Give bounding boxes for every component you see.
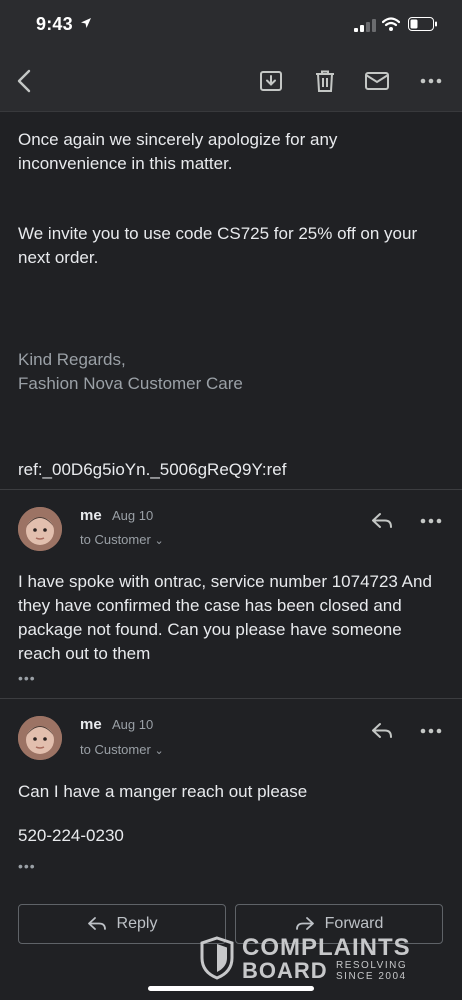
complaintsboard-watermark: COMPLAINTS BOARD RESOLVING SINCE 2004 bbox=[200, 934, 414, 984]
avatar-photo-icon bbox=[18, 507, 62, 551]
apology-text: Once again we sincerely apologize for an… bbox=[18, 130, 338, 173]
avatar[interactable] bbox=[18, 716, 62, 760]
show-trimmed-content[interactable]: ••• bbox=[18, 858, 36, 874]
avatar[interactable] bbox=[18, 507, 62, 551]
watermark-line2: BOARD bbox=[242, 958, 328, 983]
watermark-tag1: RESOLVING bbox=[336, 960, 408, 971]
message-body: I have spoke with ontrac, service number… bbox=[18, 572, 432, 663]
signature-text: Fashion Nova Customer Care bbox=[18, 374, 243, 393]
more-horizontal-icon[interactable] bbox=[418, 511, 444, 531]
message-date: Aug 10 bbox=[112, 717, 154, 732]
reply-icon bbox=[87, 917, 106, 930]
offer-text: We invite you to use code CS725 for 25% … bbox=[18, 224, 418, 267]
signal-icon bbox=[354, 19, 376, 32]
show-trimmed-content[interactable]: ••• bbox=[18, 670, 36, 686]
recipients-toggle[interactable]: to Customer ⌄ bbox=[80, 742, 164, 757]
home-indicator[interactable] bbox=[148, 986, 314, 991]
recipients-label: to Customer bbox=[80, 742, 151, 757]
message-divider bbox=[0, 489, 462, 490]
status-time: 9:43 bbox=[36, 14, 73, 34]
message-divider bbox=[0, 698, 462, 699]
chevron-down-icon: ⌄ bbox=[154, 745, 164, 757]
battery-icon bbox=[408, 17, 437, 31]
recipients-label: to Customer bbox=[80, 532, 151, 547]
avatar-photo-icon bbox=[18, 716, 62, 760]
sender-name: me bbox=[80, 716, 102, 733]
ref-text: ref:_00D6g5ioYn._5006gReQ9Y:ref bbox=[18, 460, 287, 479]
status-bar: 9:43 bbox=[0, 0, 462, 50]
more-horizontal-icon[interactable] bbox=[418, 721, 444, 741]
reply-icon[interactable] bbox=[370, 511, 394, 531]
reply-label: Reply bbox=[116, 915, 158, 932]
message-date: Aug 10 bbox=[112, 508, 154, 523]
more-horizontal-icon[interactable] bbox=[418, 68, 444, 94]
location-arrow-icon bbox=[81, 18, 91, 28]
phone-number[interactable]: 520-224-0230 bbox=[18, 824, 448, 848]
chevron-down-icon: ⌄ bbox=[154, 535, 164, 547]
regards-text: Kind Regards, bbox=[18, 350, 126, 369]
recipients-toggle[interactable]: to Customer ⌄ bbox=[80, 532, 164, 547]
reply-button[interactable]: Reply bbox=[18, 904, 226, 944]
shield-logo-icon bbox=[200, 936, 234, 980]
message-body: Can I have a manger reach out please bbox=[18, 782, 308, 801]
reply-icon[interactable] bbox=[370, 721, 394, 741]
sender-name: me bbox=[80, 507, 102, 524]
watermark-tag2: SINCE 2004 bbox=[336, 971, 407, 982]
email-toolbar bbox=[0, 50, 462, 112]
mail-icon[interactable] bbox=[364, 68, 390, 94]
wifi-icon bbox=[382, 17, 400, 31]
trash-icon[interactable] bbox=[312, 68, 338, 94]
chevron-left-icon[interactable] bbox=[12, 68, 38, 94]
archive-icon[interactable] bbox=[258, 68, 284, 94]
forward-label: Forward bbox=[324, 915, 384, 932]
forward-icon bbox=[295, 917, 314, 930]
